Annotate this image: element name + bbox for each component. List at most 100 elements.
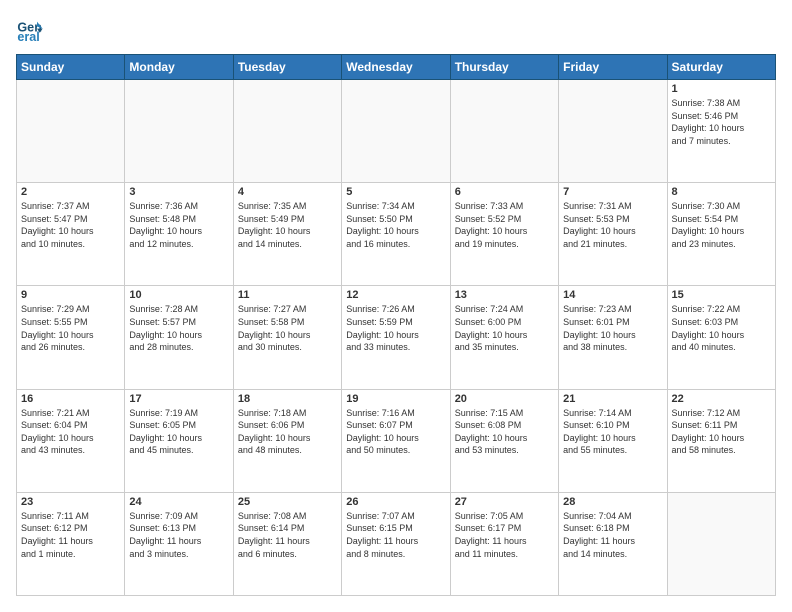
- day-number: 3: [129, 186, 228, 198]
- calendar-cell: [125, 80, 233, 183]
- day-number: 24: [129, 496, 228, 508]
- day-number: 10: [129, 289, 228, 301]
- calendar-cell: 20 Sunrise: 7:15 AM Sunset: 6:08 PM Dayli…: [450, 389, 558, 492]
- calendar-cell: 1 Sunrise: 7:38 AM Sunset: 5:46 PM Daylig…: [667, 80, 775, 183]
- day-info: Sunrise: 7:11 AM Sunset: 6:12 PM Dayligh…: [21, 510, 120, 560]
- day-number: 5: [346, 186, 445, 198]
- day-info: Sunrise: 7:35 AM Sunset: 5:49 PM Dayligh…: [238, 200, 337, 250]
- day-info: Sunrise: 7:15 AM Sunset: 6:08 PM Dayligh…: [455, 407, 554, 457]
- day-info: Sunrise: 7:14 AM Sunset: 6:10 PM Dayligh…: [563, 407, 662, 457]
- calendar-cell: 27 Sunrise: 7:05 AM Sunset: 6:17 PM Dayli…: [450, 492, 558, 595]
- calendar-cell: 23 Sunrise: 7:11 AM Sunset: 6:12 PM Dayli…: [17, 492, 125, 595]
- day-number: 20: [455, 393, 554, 405]
- calendar-cell: 24 Sunrise: 7:09 AM Sunset: 6:13 PM Dayli…: [125, 492, 233, 595]
- calendar-cell: 18 Sunrise: 7:18 AM Sunset: 6:06 PM Dayli…: [233, 389, 341, 492]
- calendar-cell: [342, 80, 450, 183]
- calendar-cell: 15 Sunrise: 7:22 AM Sunset: 6:03 PM Dayli…: [667, 286, 775, 389]
- day-number: 16: [21, 393, 120, 405]
- calendar-cell: 22Sunrise: 7:12 AM Sunset: 6:11 PM Dayli…: [667, 389, 775, 492]
- calendar-cell: [559, 80, 667, 183]
- calendar-cell: 8 Sunrise: 7:30 AM Sunset: 5:54 PM Daylig…: [667, 183, 775, 286]
- weekday-thursday: Thursday: [450, 55, 558, 80]
- day-info: Sunrise: 7:30 AM Sunset: 5:54 PM Dayligh…: [672, 200, 771, 250]
- calendar-cell: 5 Sunrise: 7:34 AM Sunset: 5:50 PM Daylig…: [342, 183, 450, 286]
- page: Gen eral SundayMondayTuesdayWednesdayThu…: [0, 0, 792, 612]
- day-info: Sunrise: 7:21 AM Sunset: 6:04 PM Dayligh…: [21, 407, 120, 457]
- day-info: Sunrise: 7:23 AM Sunset: 6:01 PM Dayligh…: [563, 303, 662, 353]
- calendar-cell: 3 Sunrise: 7:36 AM Sunset: 5:48 PM Daylig…: [125, 183, 233, 286]
- calendar-cell: 17 Sunrise: 7:19 AM Sunset: 6:05 PM Dayli…: [125, 389, 233, 492]
- week-row-3: 16 Sunrise: 7:21 AM Sunset: 6:04 PM Dayli…: [17, 389, 776, 492]
- day-info: Sunrise: 7:34 AM Sunset: 5:50 PM Dayligh…: [346, 200, 445, 250]
- header: Gen eral: [16, 16, 776, 44]
- calendar-cell: 6 Sunrise: 7:33 AM Sunset: 5:52 PM Daylig…: [450, 183, 558, 286]
- day-number: 23: [21, 496, 120, 508]
- day-number: 25: [238, 496, 337, 508]
- day-info: Sunrise: 7:29 AM Sunset: 5:55 PM Dayligh…: [21, 303, 120, 353]
- day-number: 19: [346, 393, 445, 405]
- calendar-cell: 25Sunrise: 7:08 AM Sunset: 6:14 PM Dayli…: [233, 492, 341, 595]
- calendar-cell: 7 Sunrise: 7:31 AM Sunset: 5:53 PM Daylig…: [559, 183, 667, 286]
- calendar-cell: 10Sunrise: 7:28 AM Sunset: 5:57 PM Dayli…: [125, 286, 233, 389]
- logo: Gen eral: [16, 16, 46, 44]
- day-info: Sunrise: 7:37 AM Sunset: 5:47 PM Dayligh…: [21, 200, 120, 250]
- day-number: 4: [238, 186, 337, 198]
- day-number: 2: [21, 186, 120, 198]
- day-info: Sunrise: 7:12 AM Sunset: 6:11 PM Dayligh…: [672, 407, 771, 457]
- calendar-cell: 4 Sunrise: 7:35 AM Sunset: 5:49 PM Daylig…: [233, 183, 341, 286]
- calendar-cell: 16 Sunrise: 7:21 AM Sunset: 6:04 PM Dayli…: [17, 389, 125, 492]
- day-info: Sunrise: 7:16 AM Sunset: 6:07 PM Dayligh…: [346, 407, 445, 457]
- day-info: Sunrise: 7:33 AM Sunset: 5:52 PM Dayligh…: [455, 200, 554, 250]
- day-number: 28: [563, 496, 662, 508]
- day-number: 8: [672, 186, 771, 198]
- week-row-1: 2 Sunrise: 7:37 AM Sunset: 5:47 PM Daylig…: [17, 183, 776, 286]
- calendar-cell: [233, 80, 341, 183]
- day-info: Sunrise: 7:27 AM Sunset: 5:58 PM Dayligh…: [238, 303, 337, 353]
- day-number: 7: [563, 186, 662, 198]
- day-number: 11: [238, 289, 337, 301]
- weekday-wednesday: Wednesday: [342, 55, 450, 80]
- day-number: 15: [672, 289, 771, 301]
- day-info: Sunrise: 7:24 AM Sunset: 6:00 PM Dayligh…: [455, 303, 554, 353]
- day-info: Sunrise: 7:26 AM Sunset: 5:59 PM Dayligh…: [346, 303, 445, 353]
- day-number: 9: [21, 289, 120, 301]
- weekday-friday: Friday: [559, 55, 667, 80]
- week-row-2: 9 Sunrise: 7:29 AM Sunset: 5:55 PM Daylig…: [17, 286, 776, 389]
- day-number: 27: [455, 496, 554, 508]
- calendar-cell: 19 Sunrise: 7:16 AM Sunset: 6:07 PM Dayli…: [342, 389, 450, 492]
- day-number: 18: [238, 393, 337, 405]
- day-info: Sunrise: 7:31 AM Sunset: 5:53 PM Dayligh…: [563, 200, 662, 250]
- calendar-cell: 2 Sunrise: 7:37 AM Sunset: 5:47 PM Daylig…: [17, 183, 125, 286]
- weekday-saturday: Saturday: [667, 55, 775, 80]
- week-row-4: 23 Sunrise: 7:11 AM Sunset: 6:12 PM Dayli…: [17, 492, 776, 595]
- day-number: 6: [455, 186, 554, 198]
- day-info: Sunrise: 7:07 AM Sunset: 6:15 PM Dayligh…: [346, 510, 445, 560]
- week-row-0: 1 Sunrise: 7:38 AM Sunset: 5:46 PM Daylig…: [17, 80, 776, 183]
- calendar-cell: [450, 80, 558, 183]
- day-number: 12: [346, 289, 445, 301]
- weekday-header-row: SundayMondayTuesdayWednesdayThursdayFrid…: [17, 55, 776, 80]
- day-info: Sunrise: 7:05 AM Sunset: 6:17 PM Dayligh…: [455, 510, 554, 560]
- calendar-cell: 26 Sunrise: 7:07 AM Sunset: 6:15 PM Dayli…: [342, 492, 450, 595]
- day-number: 17: [129, 393, 228, 405]
- day-info: Sunrise: 7:36 AM Sunset: 5:48 PM Dayligh…: [129, 200, 228, 250]
- day-number: 1: [672, 83, 771, 95]
- day-info: Sunrise: 7:19 AM Sunset: 6:05 PM Dayligh…: [129, 407, 228, 457]
- day-number: 13: [455, 289, 554, 301]
- day-info: Sunrise: 7:04 AM Sunset: 6:18 PM Dayligh…: [563, 510, 662, 560]
- calendar-cell: [17, 80, 125, 183]
- calendar-cell: 13 Sunrise: 7:24 AM Sunset: 6:00 PM Dayli…: [450, 286, 558, 389]
- day-info: Sunrise: 7:18 AM Sunset: 6:06 PM Dayligh…: [238, 407, 337, 457]
- day-info: Sunrise: 7:38 AM Sunset: 5:46 PM Dayligh…: [672, 97, 771, 147]
- day-info: Sunrise: 7:22 AM Sunset: 6:03 PM Dayligh…: [672, 303, 771, 353]
- weekday-monday: Monday: [125, 55, 233, 80]
- calendar-cell: 14Sunrise: 7:23 AM Sunset: 6:01 PM Dayli…: [559, 286, 667, 389]
- day-number: 26: [346, 496, 445, 508]
- day-info: Sunrise: 7:09 AM Sunset: 6:13 PM Dayligh…: [129, 510, 228, 560]
- calendar-cell: 21Sunrise: 7:14 AM Sunset: 6:10 PM Dayli…: [559, 389, 667, 492]
- calendar-cell: 9 Sunrise: 7:29 AM Sunset: 5:55 PM Daylig…: [17, 286, 125, 389]
- svg-text:eral: eral: [17, 30, 39, 44]
- weekday-tuesday: Tuesday: [233, 55, 341, 80]
- calendar-table: SundayMondayTuesdayWednesdayThursdayFrid…: [16, 54, 776, 596]
- calendar-cell: 12 Sunrise: 7:26 AM Sunset: 5:59 PM Dayli…: [342, 286, 450, 389]
